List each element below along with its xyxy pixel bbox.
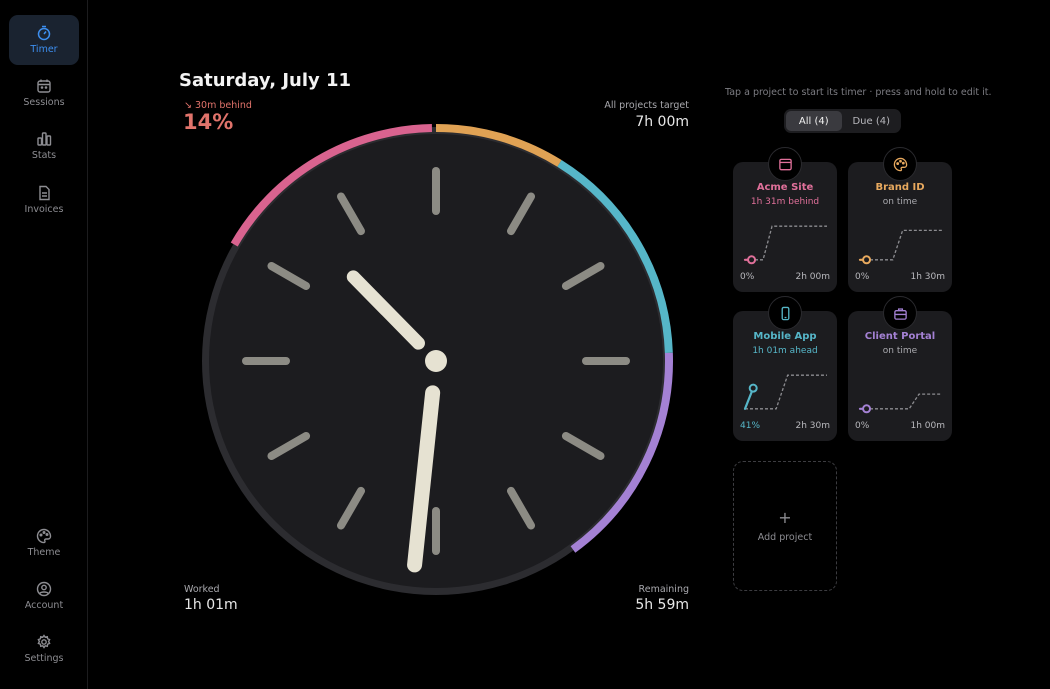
filter-all-button[interactable]: All (4) xyxy=(786,111,842,131)
sidebar-item-label: Timer xyxy=(30,44,58,55)
progress-marker xyxy=(862,404,872,414)
project-total: 2h 30m xyxy=(795,421,830,431)
schedule-line xyxy=(745,225,827,261)
project-total: 1h 30m xyxy=(910,272,945,282)
project-card-mobile-app[interactable]: Mobile App 1h 01m ahead 41% 2h 30m xyxy=(733,296,837,441)
calendar-icon xyxy=(37,79,51,93)
gear-icon xyxy=(37,634,51,649)
project-status: on time xyxy=(882,197,918,207)
analog-clock[interactable] xyxy=(196,121,676,601)
project-card-acme-site[interactable]: Acme Site 1h 31m behind 0% 2h 00m xyxy=(733,147,837,292)
sidebar-item-account[interactable]: Account xyxy=(9,571,79,621)
project-card-client-portal[interactable]: Client Portal on time 0% 1h 00m xyxy=(848,296,952,441)
filter-due-button[interactable]: Due (4) xyxy=(844,111,900,131)
project-percent: 0% xyxy=(855,421,870,431)
project-status: 1h 31m behind xyxy=(750,197,820,207)
project-name: Acme Site xyxy=(756,182,814,193)
project-percent: 0% xyxy=(855,272,870,282)
sidebar-item-label: Invoices xyxy=(24,204,64,215)
project-icon-badge xyxy=(883,147,917,181)
sidebar-item-settings[interactable]: Settings xyxy=(9,624,79,674)
project-progress-chart xyxy=(743,225,827,265)
target-label: All projects target xyxy=(604,100,689,111)
document-icon xyxy=(39,185,50,201)
sidebar-item-label: Sessions xyxy=(23,97,65,108)
sidebar-item-label: Stats xyxy=(31,150,57,161)
schedule-line xyxy=(860,393,942,410)
project-status: 1h 01m ahead xyxy=(752,346,818,356)
project-progress-chart xyxy=(858,393,942,414)
project-icon-badge xyxy=(883,296,917,330)
palette-icon xyxy=(36,528,52,544)
briefcase-icon xyxy=(893,307,907,320)
bar-chart-icon xyxy=(37,132,52,146)
schedule-line xyxy=(860,229,942,261)
project-icon-badge xyxy=(768,296,802,330)
sidebar-item-invoices[interactable]: Invoices xyxy=(9,175,79,225)
schedule-line xyxy=(745,374,827,410)
page-title: Saturday, July 11 xyxy=(179,70,352,91)
sidebar-item-timer[interactable]: Timer xyxy=(9,15,79,65)
project-progress-chart xyxy=(858,229,942,265)
clock-center xyxy=(425,350,447,372)
phone-icon xyxy=(781,306,789,320)
progress-marker xyxy=(747,255,757,265)
project-name: Mobile App xyxy=(753,331,817,342)
project-status: on time xyxy=(882,346,918,356)
add-project-label: Add project xyxy=(757,531,813,543)
filter-segmented-control: All (4) Due (4) xyxy=(784,109,901,133)
sidebar-item-label: Settings xyxy=(24,653,64,664)
user-icon xyxy=(36,581,52,597)
palette-icon xyxy=(893,157,907,171)
sidebar: Timer Sessions Stats Invoices Theme Acco… xyxy=(0,0,88,689)
project-name: Brand ID xyxy=(875,182,925,193)
project-total: 2h 00m xyxy=(795,272,830,282)
project-card-brand-id[interactable]: Brand ID on time 0% 1h 30m xyxy=(848,147,952,292)
sidebar-item-stats[interactable]: Stats xyxy=(9,121,79,171)
progress-marker xyxy=(748,383,758,393)
add-project-button[interactable]: + Add project xyxy=(733,461,837,591)
sidebar-item-label: Account xyxy=(24,600,64,611)
project-name: Client Portal xyxy=(864,331,936,342)
progress-marker xyxy=(862,255,872,265)
sidebar-item-theme[interactable]: Theme xyxy=(9,518,79,568)
sidebar-item-label: Theme xyxy=(27,547,61,558)
hint-text: Tap a project to start its timer · press… xyxy=(725,87,992,98)
project-percent: 41% xyxy=(740,421,761,431)
project-total: 1h 00m xyxy=(910,421,945,431)
project-icon-badge xyxy=(768,147,802,181)
stopwatch-icon xyxy=(37,25,51,41)
project-percent: 0% xyxy=(740,272,755,282)
browser-window-icon xyxy=(778,158,792,170)
sidebar-item-sessions[interactable]: Sessions xyxy=(9,68,79,118)
plus-icon: + xyxy=(778,507,792,527)
project-progress-chart xyxy=(743,374,827,410)
